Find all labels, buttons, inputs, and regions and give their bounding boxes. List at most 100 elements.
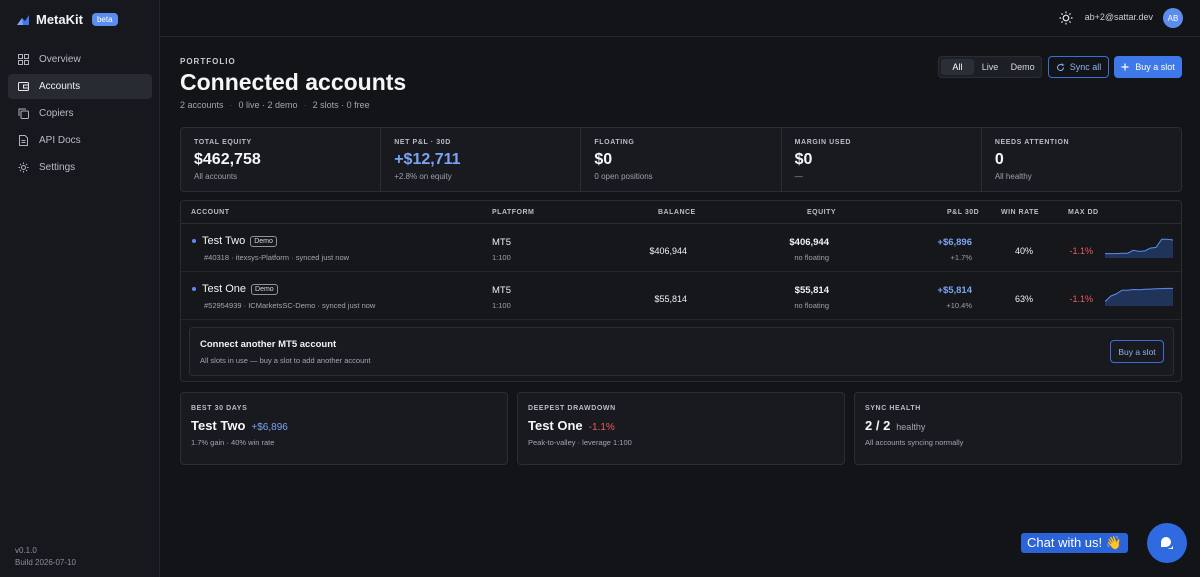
stat-value: +$12,711 — [394, 151, 461, 168]
max-drawdown: -1.1% — [1069, 294, 1093, 304]
table-row[interactable]: Test Two Demo #40318 · itexsys-Platform … — [181, 224, 1181, 272]
card-sub: 1.7% gain · 40% win rate — [191, 438, 275, 447]
buy-slot-button[interactable]: Buy a slot — [1114, 56, 1182, 78]
win-rate: 63% — [1014, 294, 1033, 304]
brand[interactable]: MetaKit beta — [16, 12, 118, 27]
stat-label: TOTAL EQUITY — [194, 139, 252, 146]
build-date: Build 2026-07-10 — [15, 558, 76, 567]
account-type-badge: Demo — [251, 283, 278, 295]
stat-sub: — — [794, 172, 803, 181]
column-max-dd[interactable]: MAX DD — [1068, 209, 1099, 216]
stat-sub: All accounts — [194, 172, 238, 181]
sidebar-item-accounts[interactable]: Accounts — [8, 74, 152, 99]
filter-live[interactable]: Live — [974, 59, 1007, 75]
filter-all[interactable]: All — [941, 59, 974, 75]
card-label: BEST 30 DAYS — [191, 405, 248, 412]
document-icon — [19, 135, 28, 146]
sync-all-button[interactable]: Sync all — [1048, 56, 1109, 78]
win-rate: 40% — [1014, 246, 1033, 256]
gear-icon — [18, 162, 29, 173]
leverage: 1:100 — [492, 253, 511, 262]
account-meta: #40318 · itexsys-Platform · synced just … — [204, 253, 350, 262]
equity: $55,814 — [794, 285, 829, 296]
sidebar-item-copiers[interactable]: Copiers — [8, 101, 152, 126]
account-name: Test Two Demo — [202, 235, 277, 247]
column-platform[interactable]: PLATFORM — [492, 209, 534, 216]
card-deepest-drawdown: DEEPEST DRAWDOWN Test One -1.1% Peak-to-… — [517, 392, 845, 465]
accounts-table: ACCOUNT PLATFORM BALANCE EQUITY P&L 30D … — [180, 200, 1182, 382]
status-dot — [192, 287, 196, 291]
page-subtitle: 2 accounts · 0 live · 2 demo · 2 slots ·… — [180, 100, 370, 110]
grid-icon — [18, 54, 29, 65]
version-info: v0.1.0 Build 2026-07-10 — [15, 545, 76, 569]
sidebar-item-label: Copiers — [39, 108, 74, 119]
column-pnl[interactable]: P&L 30D — [947, 209, 979, 216]
stat-value: $0 — [594, 151, 613, 168]
stat-label: MARGIN USED — [794, 139, 851, 146]
status-dot — [192, 239, 196, 243]
brand-name: MetaKit — [36, 12, 83, 27]
balance: $406,944 — [649, 246, 687, 256]
account-name: Test One Demo — [202, 283, 278, 295]
chat-button[interactable] — [1147, 523, 1187, 563]
filter-demo[interactable]: Demo — [1006, 59, 1039, 75]
card-main: Test One -1.1% — [528, 418, 834, 433]
sidebar-item-overview[interactable]: Overview — [8, 47, 152, 72]
sun-icon[interactable] — [1059, 11, 1073, 25]
topbar: ab+2@sattar.dev AB — [160, 0, 1200, 37]
connect-subtitle: All slots in use — buy a slot to add ano… — [200, 356, 371, 365]
card-label: DEEPEST DRAWDOWN — [528, 405, 616, 412]
page-title: Connected accounts — [180, 69, 407, 95]
sidebar-item-settings[interactable]: Settings — [8, 155, 152, 180]
account-meta: #52954939 · ICMarketsSC-Demo · synced ju… — [204, 301, 376, 310]
card-value: +$6,896 — [251, 422, 288, 433]
floating-status: no floating — [794, 253, 829, 262]
table-row[interactable]: Test One Demo #52954939 · ICMarketsSC-De… — [181, 272, 1181, 320]
page-eyebrow: PORTFOLIO — [180, 57, 236, 66]
stat-sub: +2.8% on equity — [394, 172, 452, 181]
separator: · — [303, 100, 307, 110]
pnl-percent: +10.4% — [946, 301, 972, 310]
sync-ratio: 2 / 2 — [865, 418, 891, 433]
sidebar: MetaKit beta Overview Accounts Copiers A… — [0, 0, 160, 577]
column-account[interactable]: ACCOUNT — [191, 209, 230, 216]
pnl-percent: +1.7% — [950, 253, 972, 262]
column-win-rate[interactable]: WIN RATE — [1001, 209, 1039, 216]
logo-icon — [17, 14, 29, 25]
stats-bar: TOTAL EQUITY $462,758 All accounts NET P… — [180, 127, 1182, 192]
pnl-value: +$5,814 — [937, 285, 972, 296]
sync-status: healthy — [896, 422, 926, 432]
card-main: 2 / 2 healthy — [865, 418, 1171, 433]
user-email[interactable]: ab+2@sattar.dev — [1085, 12, 1153, 22]
platform: MT5 — [492, 237, 511, 248]
stat-total-equity: TOTAL EQUITY $462,758 All accounts — [181, 128, 382, 191]
beta-badge: beta — [91, 13, 118, 26]
stat-net-pnl: NET P&L · 30D +$12,711 +2.8% on equity — [381, 128, 582, 191]
stat-label: NET P&L · 30D — [394, 139, 451, 146]
connect-buy-slot-button[interactable]: Buy a slot — [1110, 340, 1164, 363]
sparkline-area — [1105, 239, 1173, 258]
chat-label[interactable]: Chat with us! 👋 — [1021, 533, 1128, 553]
leverage: 1:100 — [492, 301, 511, 310]
connect-title: Connect another MT5 account — [200, 339, 337, 350]
floating-status: no floating — [794, 301, 829, 310]
account-name-text: Test One — [202, 283, 247, 295]
separator: · — [229, 100, 233, 110]
account-split: 0 live · 2 demo — [238, 100, 298, 110]
table-header: ACCOUNT PLATFORM BALANCE EQUITY P&L 30D … — [181, 201, 1181, 224]
chat-icon — [1161, 537, 1173, 549]
stat-label: FLOATING — [594, 139, 635, 146]
stat-needs-attention: NEEDS ATTENTION 0 All healthy — [982, 128, 1181, 191]
stat-label: NEEDS ATTENTION — [994, 139, 1070, 146]
column-balance[interactable]: BALANCE — [658, 209, 696, 216]
card-label: SYNC HEALTH — [865, 405, 921, 412]
column-equity[interactable]: EQUITY — [807, 209, 836, 216]
account-count: 2 accounts — [180, 100, 224, 110]
equity-sparkline — [1105, 238, 1173, 258]
equity: $406,944 — [789, 237, 829, 248]
equity-sparkline — [1105, 287, 1173, 306]
avatar[interactable]: AB — [1163, 8, 1183, 28]
slot-count: 2 slots · 0 free — [312, 100, 370, 110]
sidebar-item-api-docs[interactable]: API Docs — [8, 128, 152, 153]
card-value: -1.1% — [588, 422, 615, 433]
